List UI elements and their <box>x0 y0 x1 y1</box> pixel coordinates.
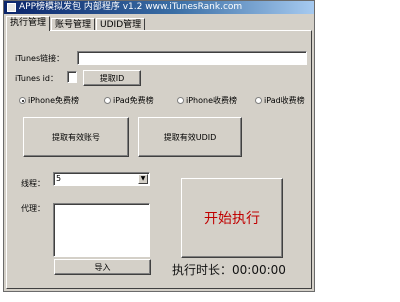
itunes-link-label: iTunes链接： <box>15 54 65 63</box>
app-window: APP榜模拟发包 内部程序 v1.2 www.iTunesRank.com 执行… <box>3 0 315 292</box>
threads-label: 线程： <box>21 179 45 188</box>
radio-selected-indicator <box>19 97 26 104</box>
threads-select[interactable]: 5 ▼ <box>53 172 150 186</box>
get-accounts-button[interactable]: 提取有效账号 <box>23 117 129 157</box>
execution-panel: iTunes链接： iTunes id： 提取ID iPhone免费榜 iPad… <box>6 30 312 289</box>
radio-iphone-paid[interactable]: iPhone收费榜 <box>177 95 237 106</box>
title-bar: APP榜模拟发包 内部程序 v1.2 www.iTunesRank.com <box>4 1 314 14</box>
import-button[interactable]: 导入 <box>54 259 151 275</box>
get-id-button[interactable]: 提取ID <box>83 70 141 86</box>
tab-execution[interactable]: 执行管理 <box>6 16 51 31</box>
radio-label: iPhone免费榜 <box>28 96 80 105</box>
get-udid-button[interactable]: 提取有效UDID <box>138 117 242 157</box>
elapsed-time: 执行时长：00:00:00 <box>172 263 286 277</box>
chevron-down-icon[interactable]: ▼ <box>138 174 148 184</box>
radio-indicator <box>255 97 262 104</box>
itunes-id-label: iTunes id： <box>15 74 58 83</box>
start-button[interactable]: 开始执行 <box>181 178 283 258</box>
proxy-textarea[interactable] <box>53 203 150 257</box>
radio-ipad-free[interactable]: iPad免费榜 <box>104 95 154 106</box>
proxy-label: 代理： <box>21 204 45 213</box>
threads-value: 5 <box>56 174 62 183</box>
radio-label: iPad收费榜 <box>264 96 305 105</box>
radio-indicator <box>177 97 184 104</box>
radio-label: iPad免费榜 <box>113 96 154 105</box>
itunes-id-input[interactable] <box>67 71 77 83</box>
tab-bar: 执行管理 账号管理 UDID管理 <box>6 16 146 31</box>
radio-label: iPhone收费榜 <box>186 96 238 105</box>
radio-iphone-free[interactable]: iPhone免费榜 <box>19 95 79 106</box>
itunes-link-input[interactable] <box>77 51 307 65</box>
window-title: APP榜模拟发包 内部程序 v1.2 www.iTunesRank.com <box>19 2 243 12</box>
app-icon <box>7 3 16 12</box>
radio-indicator <box>104 97 111 104</box>
radio-ipad-paid[interactable]: iPad收费榜 <box>255 95 305 106</box>
